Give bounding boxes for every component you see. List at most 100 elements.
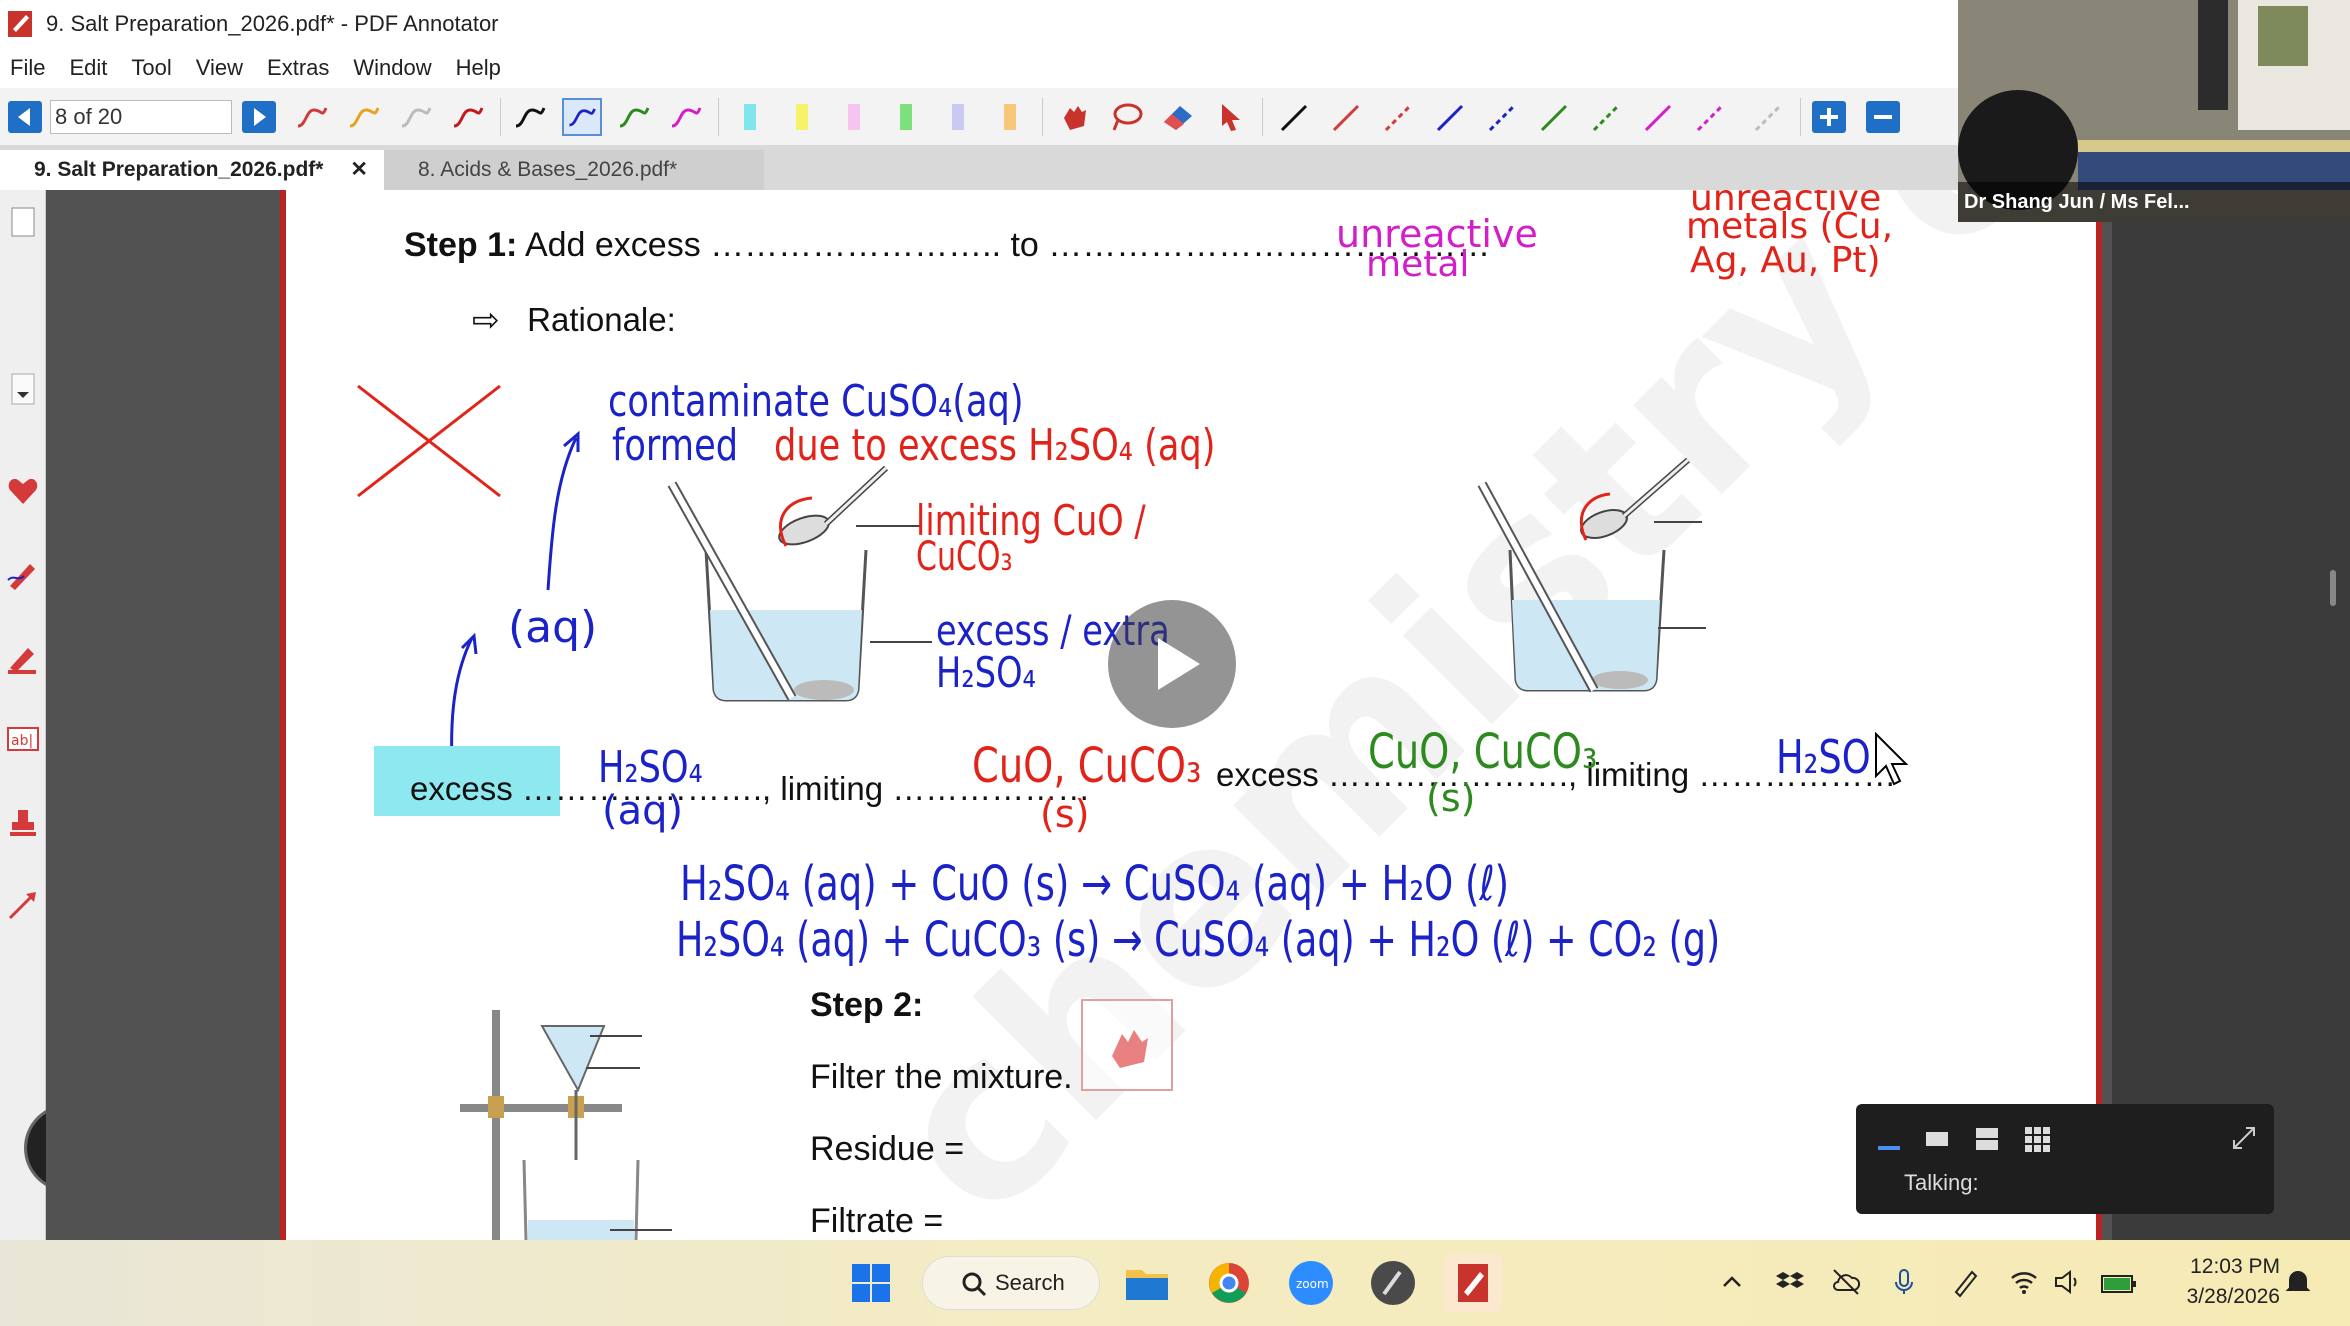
page-thumbnail-icon[interactable]: [4, 202, 42, 240]
pen-orange-icon[interactable]: [344, 98, 384, 136]
arrow-tool-icon[interactable]: [4, 886, 42, 924]
page-number-field[interactable]: 8 of 20: [50, 100, 232, 134]
single-view-icon[interactable]: [1922, 1124, 1952, 1154]
zoom-out-button[interactable]: [1866, 101, 1900, 133]
highlighter-orange-icon[interactable]: [990, 98, 1030, 136]
talking-status: Talking:: [1904, 1170, 1979, 1195]
menu-help[interactable]: Help: [456, 55, 501, 81]
start-windows-icon[interactable]: [842, 1254, 900, 1312]
tab-acids-bases[interactable]: 8. Acids & Bases_2026.pdf*: [384, 150, 764, 190]
participant-video-tile[interactable]: Dr Shang Jun / Ms Fel...: [1958, 0, 2350, 222]
highlighter-lavender-icon[interactable]: [938, 98, 978, 136]
highlighter-pink-icon[interactable]: [834, 98, 874, 136]
annotation-h2so4: H₂SO₄: [936, 648, 1036, 697]
close-tab-icon[interactable]: ✕: [350, 150, 368, 190]
residue-text: Residue =: [810, 1130, 965, 1168]
highlighter-green-icon[interactable]: [886, 98, 926, 136]
pen-menu-icon[interactable]: [1950, 1266, 1982, 1298]
text-box-icon[interactable]: ab|: [4, 720, 42, 758]
line-red-icon[interactable]: [1326, 98, 1366, 136]
menu-window[interactable]: Window: [353, 55, 431, 81]
filter-text: Filter the mixture.: [810, 1058, 1073, 1096]
minus-icon: [1874, 115, 1892, 119]
menu-tool[interactable]: Tool: [131, 55, 171, 81]
toolbar: 8 of 20: [0, 88, 1958, 146]
document-viewport: chemistry cafe: [46, 190, 2112, 1240]
menu-view[interactable]: View: [196, 55, 243, 81]
line-green-dashed-icon[interactable]: [1586, 98, 1626, 136]
microphone-icon[interactable]: [1888, 1266, 1920, 1298]
scroll-down-icon[interactable]: [4, 370, 42, 408]
zoom-app-icon[interactable]: zoom: [1282, 1254, 1340, 1312]
highlighter-tool-icon[interactable]: [4, 638, 42, 676]
battery-icon[interactable]: [2098, 1266, 2138, 1298]
dropbox-icon[interactable]: [1774, 1266, 1806, 1298]
select-arrow-icon[interactable]: [1210, 98, 1250, 136]
volume-icon[interactable]: [2052, 1266, 2084, 1298]
tray-expand-icon[interactable]: [1716, 1266, 1748, 1298]
notification-icon[interactable]: [2282, 1266, 2314, 1298]
line-red-dashed-icon[interactable]: [1378, 98, 1418, 136]
vertical-scrollbar[interactable]: [2330, 570, 2336, 606]
highlighter-cyan-icon[interactable]: [730, 98, 770, 136]
zoom-in-button[interactable]: [1812, 101, 1846, 133]
play-button[interactable]: [1108, 600, 1236, 728]
line-magenta-icon[interactable]: [1638, 98, 1678, 136]
annotation-s-green: (s): [1426, 776, 1476, 820]
highlighter-yellow-icon[interactable]: [782, 98, 822, 136]
line-magenta-dashed-icon[interactable]: [1690, 98, 1730, 136]
pen-magenta-icon[interactable]: [666, 98, 706, 136]
line-blue-dashed-icon[interactable]: [1482, 98, 1522, 136]
clock-date: 3/28/2026: [2186, 1285, 2280, 1308]
gallery-view-icon[interactable]: [2022, 1124, 2052, 1154]
pen-blue-selected-icon[interactable]: [562, 98, 602, 136]
expand-icon[interactable]: [2228, 1122, 2260, 1154]
menu-file[interactable]: File: [10, 55, 45, 81]
mouse-cursor-icon: [1875, 732, 1909, 786]
pen-tool-icon[interactable]: [4, 556, 42, 594]
line-black-icon[interactable]: [1274, 98, 1314, 136]
arrow-left-icon: [18, 108, 30, 126]
pen-red-icon[interactable]: [448, 98, 488, 136]
annotation-metal: metal: [1366, 244, 1470, 285]
previous-page-button[interactable]: [8, 101, 42, 133]
lasso-tool-icon[interactable]: [1106, 98, 1146, 136]
pen-green-icon[interactable]: [614, 98, 654, 136]
pdf-annotator-taskbar-icon[interactable]: [1444, 1254, 1502, 1312]
stamp-icon[interactable]: [4, 804, 42, 842]
line-blue-icon[interactable]: [1430, 98, 1470, 136]
annotation-h2so4-blank: H₂SO₄: [598, 742, 703, 793]
annotator-circle-icon[interactable]: [1364, 1254, 1422, 1312]
pen-black-icon[interactable]: [510, 98, 550, 136]
taskbar-search[interactable]: Search: [922, 1256, 1100, 1310]
file-explorer-icon[interactable]: [1118, 1254, 1176, 1312]
stack-view-icon[interactable]: [1972, 1124, 2002, 1154]
search-icon: [962, 1272, 987, 1297]
step2-label: Step 2:: [810, 986, 924, 1024]
system-clock[interactable]: 12:03 PM 3/28/2026: [2187, 1252, 2280, 1312]
annotation-aq-blank: (aq): [602, 788, 684, 834]
tab-salt-preparation[interactable]: 9. Salt Preparation_2026.pdf* ✕: [0, 150, 384, 190]
hand-tool-icon[interactable]: [1054, 98, 1094, 136]
speaker-view-icon[interactable]: [1874, 1126, 1904, 1156]
menu-extras[interactable]: Extras: [267, 55, 329, 81]
eraser-icon[interactable]: [1158, 98, 1198, 136]
line-green-icon[interactable]: [1534, 98, 1574, 136]
arrow-right-icon: [254, 108, 266, 126]
next-page-button[interactable]: [242, 101, 276, 133]
pen-gray-icon[interactable]: [396, 98, 436, 136]
rationale-arrow-icon: ⇨: [472, 301, 518, 338]
cloud-offline-icon[interactable]: [1830, 1266, 1862, 1298]
favorites-heart-icon[interactable]: [4, 472, 42, 510]
tab-label: 8. Acids & Bases_2026.pdf*: [418, 158, 678, 181]
annotation-aq: (aq): [508, 602, 598, 653]
svg-text:zoom: zoom: [1296, 1277, 1329, 1291]
line-gray-dashed-icon[interactable]: [1748, 98, 1788, 136]
annotation-cuco3: CuCO₃: [916, 534, 1013, 580]
chrome-icon[interactable]: [1200, 1254, 1258, 1312]
wifi-icon[interactable]: [2008, 1266, 2040, 1298]
menu-edit[interactable]: Edit: [69, 55, 107, 81]
window-title: 9. Salt Preparation_2026.pdf* - PDF Anno…: [46, 11, 499, 36]
pdf-annotator-app-icon: [8, 11, 32, 37]
pen-red-thin-icon[interactable]: [292, 98, 332, 136]
